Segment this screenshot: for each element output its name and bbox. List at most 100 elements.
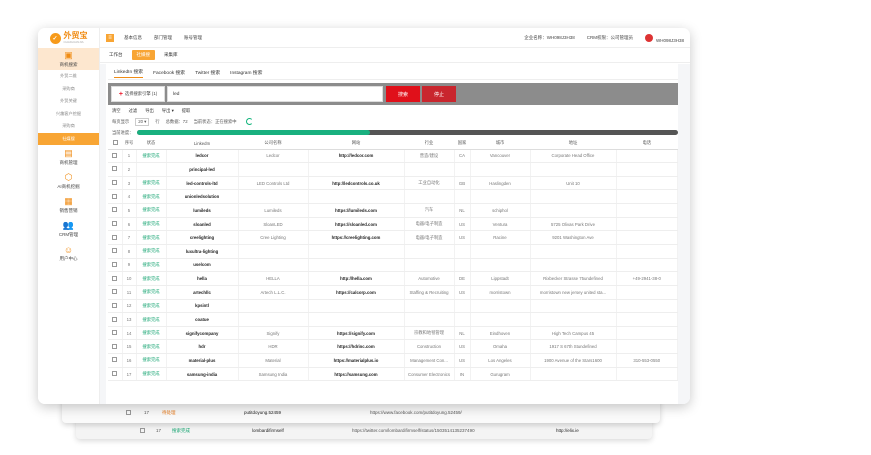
row-website[interactable]: https://calcorp.com — [308, 285, 405, 300]
row-linkedin[interactable]: material-plus — [166, 353, 239, 368]
checkbox[interactable] — [112, 152, 118, 158]
row-website[interactable] — [308, 312, 405, 327]
sidebar-section-marketing[interactable]: ▦ 销售营销 — [38, 193, 99, 217]
table-row[interactable]: 12 搜索完成 kpsintl — [108, 299, 678, 314]
checkbox[interactable] — [112, 193, 118, 199]
filter-button[interactable]: 过滤 — [129, 108, 138, 114]
checkbox[interactable] — [112, 166, 118, 172]
row-linkedin[interactable]: samsung-india — [166, 367, 239, 382]
row-website[interactable]: http://ledcor.com — [308, 149, 405, 164]
row-linkedin[interactable]: luxultra-lighting — [166, 244, 239, 259]
table-row[interactable]: 7 搜索完成 creelighting Cree Lighting https://cr… — [108, 230, 678, 245]
table-row[interactable]: 3 搜索完成 led-controls-ltd LED Controls Ltd htt… — [108, 176, 678, 191]
table-row[interactable]: 16 搜索完成 material-plus Material https://mater… — [108, 353, 678, 368]
tab-twitter[interactable]: Twitter 搜索 — [195, 69, 220, 76]
user-menu[interactable]: WH098J3H38 — [644, 33, 684, 43]
search-input[interactable]: led — [167, 86, 383, 102]
table-row[interactable]: 5 搜索完成 lumileds Lumileds https://lumileds.co… — [108, 203, 678, 218]
row-website[interactable] — [308, 244, 405, 259]
checkbox[interactable] — [112, 248, 118, 254]
sidebar-section-crm[interactable]: 👥 CRM管理 — [38, 217, 99, 241]
sidebar-section-ai[interactable]: ⬡ AI商机挖掘 — [38, 169, 99, 193]
tab-instagram[interactable]: Instagram 搜索 — [230, 69, 262, 76]
table-row[interactable]: 14 搜索完成 signifycompany Signify https://signi… — [108, 326, 678, 341]
checkbox[interactable] — [112, 357, 118, 363]
checkbox[interactable] — [112, 330, 118, 336]
tab-collection[interactable]: 采集库 — [159, 50, 183, 60]
checkbox[interactable] — [112, 343, 118, 349]
row-linkedin[interactable]: kpsintl — [166, 299, 239, 314]
tab-facebook[interactable]: Facebook 搜索 — [153, 69, 185, 76]
row-linkedin[interactable]: coatue — [166, 312, 239, 327]
row-website[interactable]: http://hella.com — [308, 271, 405, 286]
table-row[interactable]: 1 搜索完成 ledcor Ledcor http://ledcor.com 营造/建设 C… — [108, 149, 678, 164]
row-website[interactable]: https://lumileds.com — [308, 203, 405, 218]
row-linkedin[interactable]: signifycompany — [166, 326, 239, 341]
table-row[interactable]: 2 principal-led — [108, 162, 678, 177]
sidebar-item[interactable]: 外贸关键 — [38, 95, 99, 108]
sidebar-section-manage[interactable]: ▤ 商机管理 — [38, 145, 99, 169]
row-linkedin[interactable]: unionledsolution — [166, 189, 239, 205]
sidebar-section-search[interactable]: ▣ 商机搜索 — [38, 48, 99, 70]
row-linkedin[interactable]: led-controls-ltd — [166, 176, 239, 191]
row-website[interactable] — [308, 162, 405, 177]
checkbox[interactable] — [112, 180, 118, 186]
row-website[interactable]: https://materialplus.io — [308, 353, 405, 368]
stop-button[interactable]: 停止 — [422, 86, 456, 102]
checkbox[interactable] — [112, 140, 118, 146]
sidebar-item[interactable]: 外贸二维 — [38, 70, 99, 83]
select-all-checkbox[interactable] — [108, 138, 122, 150]
row-website[interactable]: https://signify.com — [308, 326, 405, 341]
extract-button[interactable]: 提取 — [182, 108, 191, 114]
checkbox[interactable] — [112, 289, 118, 295]
sidebar-section-user[interactable]: ☺ 用户中心 — [38, 241, 99, 265]
row-website[interactable]: https://creelighting.com — [308, 230, 405, 245]
checkbox[interactable] — [112, 207, 118, 213]
row-linkedin[interactable]: artechllc — [166, 285, 239, 300]
row-website[interactable] — [308, 189, 405, 205]
checkbox[interactable] — [112, 371, 118, 377]
menu-toggle-icon[interactable]: ≡ — [106, 33, 114, 42]
checkbox[interactable] — [112, 261, 118, 267]
row-linkedin[interactable]: principal-led — [166, 162, 239, 177]
row-linkedin[interactable]: sloanled — [166, 217, 239, 232]
table-row[interactable]: 13 搜索完成 coatue — [108, 312, 678, 327]
row-website[interactable]: http://ledcontrols.co.uk — [308, 176, 405, 191]
nav-department[interactable]: 部门管理 — [154, 35, 172, 41]
table-row[interactable]: 15 搜索完成 hdr HDR https://hdrinc.com Constructi… — [108, 339, 678, 355]
checkbox[interactable] — [112, 221, 118, 227]
table-row[interactable]: 6 搜索完成 sloanled SloanLED https://sloanled.co… — [108, 217, 678, 232]
checkbox[interactable] — [112, 234, 118, 240]
row-website[interactable]: https://hdrinc.com — [308, 339, 405, 355]
row-website[interactable] — [308, 299, 405, 314]
sidebar-item-social-search[interactable]: 社媒搜 — [38, 132, 99, 145]
checkbox[interactable] — [112, 302, 118, 308]
row-linkedin[interactable]: ledcor — [166, 149, 239, 164]
per-page-select[interactable]: 20 ▾ — [135, 117, 150, 126]
table-row[interactable]: 17 搜索完成 samsung-india Samsung India https://… — [108, 367, 678, 382]
row-website[interactable]: https://sloanled.com — [308, 217, 405, 232]
tab-linkedin[interactable]: LinkedIn 搜索 — [114, 68, 144, 78]
table-row[interactable]: 9 搜索完成 uselcom — [108, 258, 678, 273]
table-row[interactable]: 4 搜索完成 unionledsolution — [108, 189, 678, 205]
nav-account[interactable]: 账号管理 — [184, 35, 202, 41]
sidebar-item[interactable]: 采购商 — [38, 83, 99, 96]
export-button[interactable]: 导出 — [145, 108, 154, 114]
row-linkedin[interactable]: creelighting — [166, 230, 239, 245]
table-row[interactable]: 11 搜索完成 artechllc Artech L.L.C. https://calc… — [108, 285, 678, 300]
export-dropdown[interactable]: 导出 ▾ — [162, 108, 174, 114]
sidebar-item[interactable]: 兴趣客户挖掘 — [38, 108, 99, 121]
checkbox[interactable] — [112, 275, 118, 281]
row-linkedin[interactable]: hdr — [166, 339, 239, 355]
clear-button[interactable]: 清空 — [112, 108, 121, 114]
table-row[interactable]: 8 搜索完成 luxultra-lighting — [108, 244, 678, 259]
row-linkedin[interactable]: lumileds — [166, 203, 239, 218]
search-button[interactable]: 搜索 — [386, 86, 420, 102]
row-website[interactable] — [308, 258, 405, 273]
row-linkedin[interactable]: uselcom — [166, 258, 239, 273]
checkbox[interactable] — [112, 316, 118, 322]
row-linkedin[interactable]: hella — [166, 271, 239, 286]
table-row[interactable]: 10 搜索完成 hella HELLA http://hella.com Automoti… — [108, 271, 678, 286]
tab-workbench[interactable]: 工作台 — [104, 50, 128, 60]
sidebar-item[interactable]: 采购商 — [38, 120, 99, 133]
